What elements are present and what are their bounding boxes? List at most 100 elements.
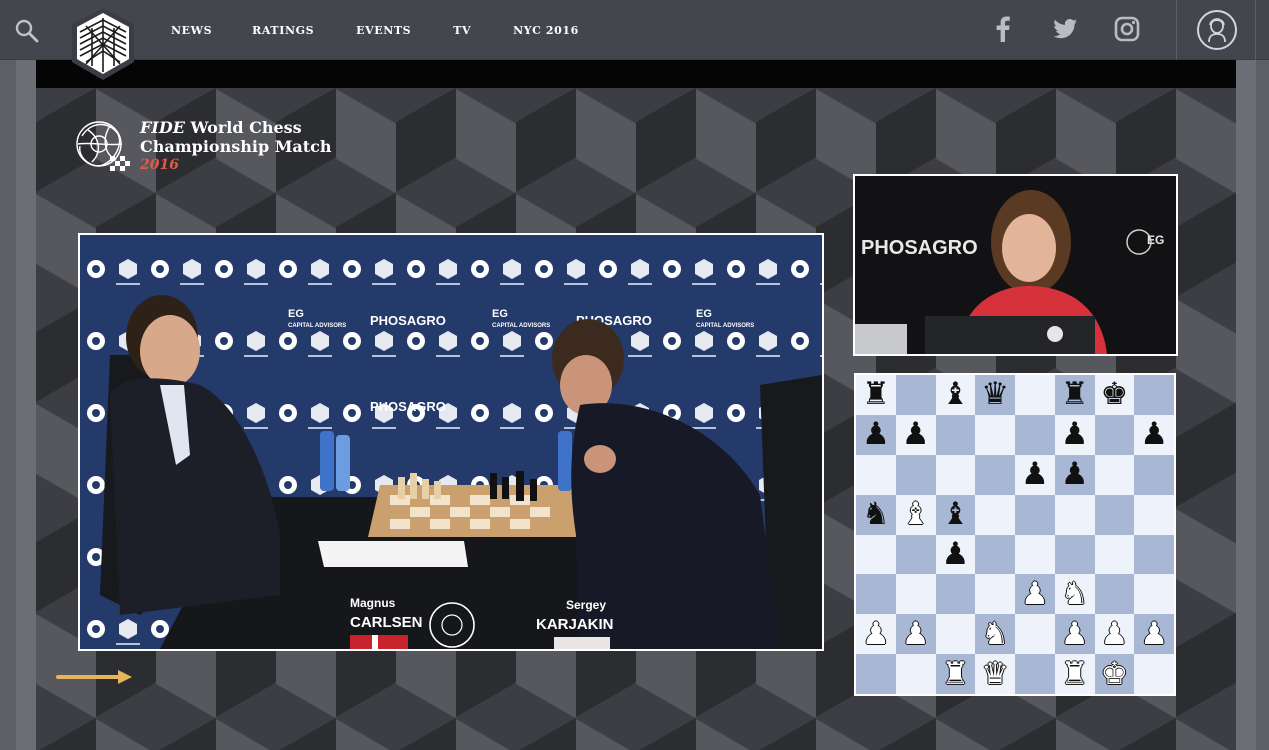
black-bishop-icon: ♝: [941, 376, 970, 413]
square-h8[interactable]: [1134, 375, 1174, 415]
square-c2[interactable]: [935, 614, 976, 655]
nav-nyc-2016[interactable]: NYC 2016: [513, 24, 579, 37]
square-e5[interactable]: [1015, 494, 1055, 535]
square-f2[interactable]: ♟: [1054, 614, 1095, 655]
square-d8[interactable]: ♛: [975, 375, 1015, 415]
square-b1[interactable]: [895, 654, 936, 694]
brand-line1: World Chess: [184, 118, 302, 137]
square-h1[interactable]: [1134, 654, 1174, 694]
square-h2[interactable]: ♟: [1134, 614, 1174, 655]
square-c3[interactable]: [935, 574, 976, 615]
profile-icon[interactable]: [1196, 9, 1238, 51]
square-f8[interactable]: ♜: [1054, 375, 1095, 415]
square-g5[interactable]: [1094, 494, 1135, 535]
square-b2[interactable]: ♟: [895, 614, 936, 655]
square-f6[interactable]: ♟: [1054, 454, 1095, 495]
square-g8[interactable]: ♚: [1094, 375, 1135, 415]
square-a4[interactable]: [856, 534, 896, 575]
main-camera-video[interactable]: PHOSAGRO PHOSAGRO PHOSAGRO EG CAPITAL AD…: [78, 233, 824, 651]
square-f4[interactable]: [1054, 534, 1095, 575]
instagram-icon[interactable]: [1112, 14, 1142, 44]
square-a2[interactable]: ♟: [856, 614, 896, 655]
nav-events[interactable]: EVENTS: [356, 24, 411, 37]
square-a1[interactable]: [856, 654, 896, 694]
square-f1[interactable]: ♜: [1054, 654, 1095, 694]
square-d7[interactable]: [975, 414, 1015, 455]
square-f3[interactable]: ♞: [1054, 574, 1095, 615]
square-h3[interactable]: [1134, 574, 1174, 615]
banner-eg-3: EG: [696, 308, 712, 320]
white-king-icon: ♚: [1100, 655, 1129, 692]
square-c4[interactable]: ♟: [935, 534, 976, 575]
square-b7[interactable]: ♟: [895, 414, 936, 455]
square-g6[interactable]: [1094, 454, 1135, 495]
square-a3[interactable]: [856, 574, 896, 615]
player-right-last: KARJAKIN: [536, 616, 614, 633]
square-h4[interactable]: [1134, 534, 1174, 575]
site-logo-icon[interactable]: [66, 4, 140, 84]
commentator-scene: PHOSAGRO EG: [855, 176, 1176, 354]
square-d2[interactable]: ♞: [975, 614, 1015, 655]
nav-news[interactable]: NEWS: [171, 24, 212, 37]
banner-eg-2: EG: [492, 308, 508, 320]
black-king-icon: ♚: [1100, 376, 1129, 413]
square-c6[interactable]: [935, 454, 976, 495]
black-pawn-icon: ♟: [1020, 456, 1049, 493]
black-queen-icon: ♛: [981, 376, 1010, 413]
banner-eg-sub-1: CAPITAL ADVISORS: [288, 323, 346, 329]
broadcast-stage[interactable]: FIDE World Chess Championship Match 2016…: [36, 88, 1236, 750]
square-d1[interactable]: ♛: [975, 654, 1015, 694]
square-d6[interactable]: [975, 454, 1015, 495]
white-knight-icon: ♞: [1060, 575, 1089, 612]
banner-phosagro-1: PHOSAGRO: [370, 313, 446, 328]
square-g3[interactable]: [1094, 574, 1135, 615]
square-e2[interactable]: [1015, 614, 1055, 655]
square-f5[interactable]: [1054, 494, 1095, 535]
white-pawn-icon: ♟: [861, 615, 890, 652]
search-icon[interactable]: [14, 18, 40, 44]
square-a6[interactable]: [856, 454, 896, 495]
square-b5[interactable]: ♝: [895, 494, 936, 535]
page-side-left: [16, 60, 36, 750]
commentator-video[interactable]: PHOSAGRO EG: [853, 174, 1178, 356]
square-b3[interactable]: [895, 574, 936, 615]
square-e3[interactable]: ♟: [1015, 574, 1055, 615]
square-e8[interactable]: [1015, 375, 1055, 415]
square-b8[interactable]: [895, 375, 936, 415]
square-c8[interactable]: ♝: [935, 375, 976, 415]
square-b4[interactable]: [895, 534, 936, 575]
square-b6[interactable]: [895, 454, 936, 495]
black-pawn-icon: ♟: [861, 416, 890, 453]
championship-seal-icon: [76, 121, 130, 171]
square-e7[interactable]: [1015, 414, 1055, 455]
twitter-icon[interactable]: [1050, 14, 1080, 44]
square-g1[interactable]: ♚: [1094, 654, 1135, 694]
square-e6[interactable]: ♟: [1015, 454, 1055, 495]
square-h6[interactable]: [1134, 454, 1174, 495]
black-pawn-icon: ♟: [901, 416, 930, 453]
black-pawn-icon: ♟: [1140, 416, 1169, 453]
square-g4[interactable]: [1094, 534, 1135, 575]
square-d5[interactable]: [975, 494, 1015, 535]
square-f7[interactable]: ♟: [1054, 414, 1095, 455]
square-d3[interactable]: [975, 574, 1015, 615]
players-at-board-scene: PHOSAGRO PHOSAGRO PHOSAGRO EG CAPITAL AD…: [80, 235, 822, 649]
square-d4[interactable]: [975, 534, 1015, 575]
square-a8[interactable]: ♜: [856, 375, 896, 415]
square-e1[interactable]: [1015, 654, 1055, 694]
square-c7[interactable]: [935, 414, 976, 455]
square-g2[interactable]: ♟: [1094, 614, 1135, 655]
facebook-icon[interactable]: [988, 14, 1018, 44]
square-g7[interactable]: [1094, 414, 1135, 455]
nav-tv[interactable]: TV: [453, 24, 471, 37]
square-h7[interactable]: ♟: [1134, 414, 1174, 455]
square-c1[interactable]: ♜: [935, 654, 976, 694]
square-c5[interactable]: ♝: [935, 494, 976, 535]
square-e4[interactable]: [1015, 534, 1055, 575]
brand-line2: Championship Match: [140, 137, 332, 156]
chess-board[interactable]: ♜ ♝ ♛ ♜ ♚ ♟ ♟ ♟ ♟ ♟ ♟ ♞ ♝ ♝ ♟ ♟ ♞ ♟ ♟ ♞ ♟ ♟ ♟ ♜ ♛ ♜ ♚: [854, 373, 1176, 696]
square-a7[interactable]: ♟: [856, 414, 896, 455]
square-h5[interactable]: [1134, 494, 1174, 535]
square-a5[interactable]: ♞: [856, 494, 896, 535]
nav-ratings[interactable]: RATINGS: [252, 24, 314, 37]
